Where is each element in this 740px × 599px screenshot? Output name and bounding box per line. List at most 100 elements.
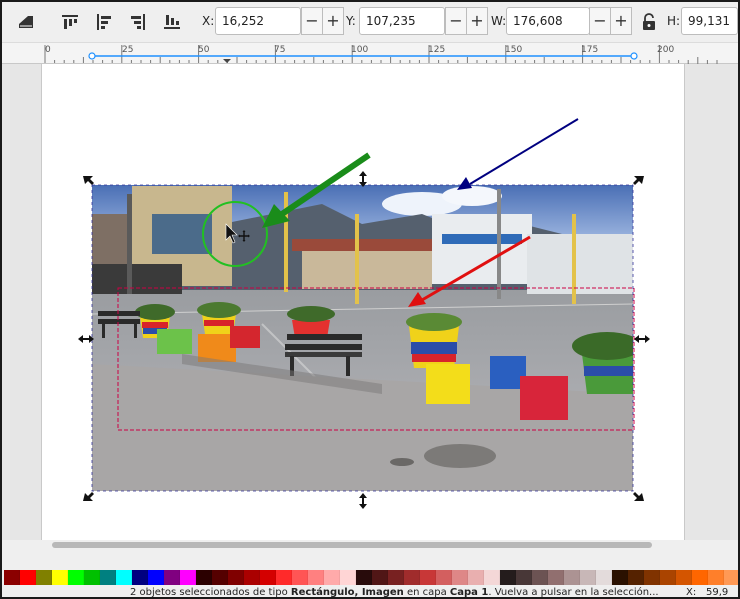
status-x-label: X: [686,587,697,597]
w-increment-button[interactable]: + [610,7,632,35]
x-input[interactable]: 16,252 [215,7,301,35]
planter [406,313,462,368]
color-swatch[interactable] [644,570,660,585]
w-input[interactable]: 176,608 [506,7,590,35]
color-swatch[interactable] [68,570,84,585]
ruler-ticks [44,45,718,65]
align-bottom-icon[interactable] [162,12,182,32]
color-swatch[interactable] [116,570,132,585]
h-input[interactable]: 99,131 [681,7,738,35]
color-swatch[interactable] [596,570,612,585]
horizontal-scrollbar[interactable] [52,542,652,548]
color-swatch[interactable] [292,570,308,585]
ruler-range-start-handle[interactable] [88,52,96,60]
align-left-icon[interactable] [94,12,114,32]
color-swatch[interactable] [484,570,500,585]
color-swatch[interactable] [532,570,548,585]
color-swatch[interactable] [500,570,516,585]
color-swatch[interactable] [692,570,708,585]
status-message: 2 objetos seleccionados de tipo Rectángu… [130,587,659,597]
x-label: X: [202,14,215,28]
y-increment-button[interactable]: + [466,7,488,35]
color-swatch[interactable] [404,570,420,585]
scale-handle-bottom-left[interactable] [83,492,94,501]
ruler-range-end-handle[interactable] [630,52,638,60]
ruler-label: 125 [428,45,446,55]
color-swatch[interactable] [612,570,628,585]
color-swatch[interactable] [52,570,68,585]
ruler-label: 200 [657,45,675,55]
x-decrement-button[interactable]: − [301,7,323,35]
color-swatch[interactable] [708,570,724,585]
color-swatch[interactable] [548,570,564,585]
color-swatch[interactable] [468,570,484,585]
y-input[interactable]: 107,235 [359,7,445,35]
color-swatch[interactable] [516,570,532,585]
color-swatch[interactable] [20,570,36,585]
blue-arrow [457,118,579,190]
lower-to-bottom-icon[interactable] [16,12,36,32]
scale-handle-top-left[interactable] [83,176,94,185]
color-swatch[interactable] [132,570,148,585]
color-swatch[interactable] [564,570,580,585]
planter [287,306,335,338]
scale-handle-right[interactable] [634,335,650,343]
scale-handle-top-right[interactable] [633,176,644,185]
color-swatch[interactable] [340,570,356,585]
scale-handle-bottom[interactable] [359,493,367,509]
color-swatch[interactable] [244,570,260,585]
color-swatch[interactable] [324,570,340,585]
color-swatch[interactable] [36,570,52,585]
align-top-icon[interactable] [60,12,80,32]
color-swatch[interactable] [452,570,468,585]
canvas-overlay [78,118,650,509]
color-swatch[interactable] [228,570,244,585]
scale-handle-bottom-right[interactable] [633,492,644,501]
color-swatch[interactable] [724,570,738,585]
ruler-label: 150 [505,45,523,55]
lock-icon[interactable] [639,12,659,32]
y-decrement-button[interactable]: − [445,7,467,35]
color-swatch[interactable] [260,570,276,585]
align-right-icon[interactable] [128,12,148,32]
y-label: Y: [346,14,356,28]
color-swatch[interactable] [420,570,436,585]
color-swatch[interactable] [196,570,212,585]
color-swatch[interactable] [372,570,388,585]
status-text-mid: en capa [403,587,450,597]
x-increment-button[interactable]: + [322,7,344,35]
status-object-types: Rectángulo, Imagen [290,587,404,597]
color-swatch[interactable] [356,570,372,585]
color-swatch[interactable] [436,570,452,585]
color-swatch[interactable] [276,570,292,585]
color-palette[interactable] [4,570,738,585]
color-swatch[interactable] [180,570,196,585]
color-swatch[interactable] [148,570,164,585]
color-swatch[interactable] [84,570,100,585]
status-layer-name: Capa 1 [449,587,489,597]
color-swatch[interactable] [4,570,20,585]
street-photo-image[interactable] [92,185,642,491]
color-swatch[interactable] [100,570,116,585]
color-swatch[interactable] [660,570,676,585]
color-swatch[interactable] [308,570,324,585]
color-swatch[interactable] [212,570,228,585]
w-decrement-button[interactable]: − [589,7,611,35]
selector-toolbar: X: 16,252 − + Y: 107,235 − + W: 176,608 … [2,2,738,42]
scale-handle-top[interactable] [359,171,367,187]
drawing-canvas[interactable] [2,64,738,540]
status-text-pre: 2 objetos seleccionados de tipo [130,587,291,597]
ruler-label: 25 [122,45,134,55]
color-swatch[interactable] [628,570,644,585]
ruler-label: 0 [45,45,51,55]
horizontal-ruler[interactable]: 0 25 50 75 100 125 150 175 200 [2,42,738,65]
color-swatch[interactable] [388,570,404,585]
w-label: W: [491,14,507,28]
status-text-post: . Vuelva a pulsar en la selección... [488,587,659,597]
ruler-label: 100 [351,45,369,55]
color-swatch[interactable] [164,570,180,585]
color-swatch[interactable] [580,570,596,585]
h-label: H: [667,14,681,28]
screen-frame: X: 16,252 − + Y: 107,235 − + W: 176,608 … [0,0,740,599]
color-swatch[interactable] [676,570,692,585]
